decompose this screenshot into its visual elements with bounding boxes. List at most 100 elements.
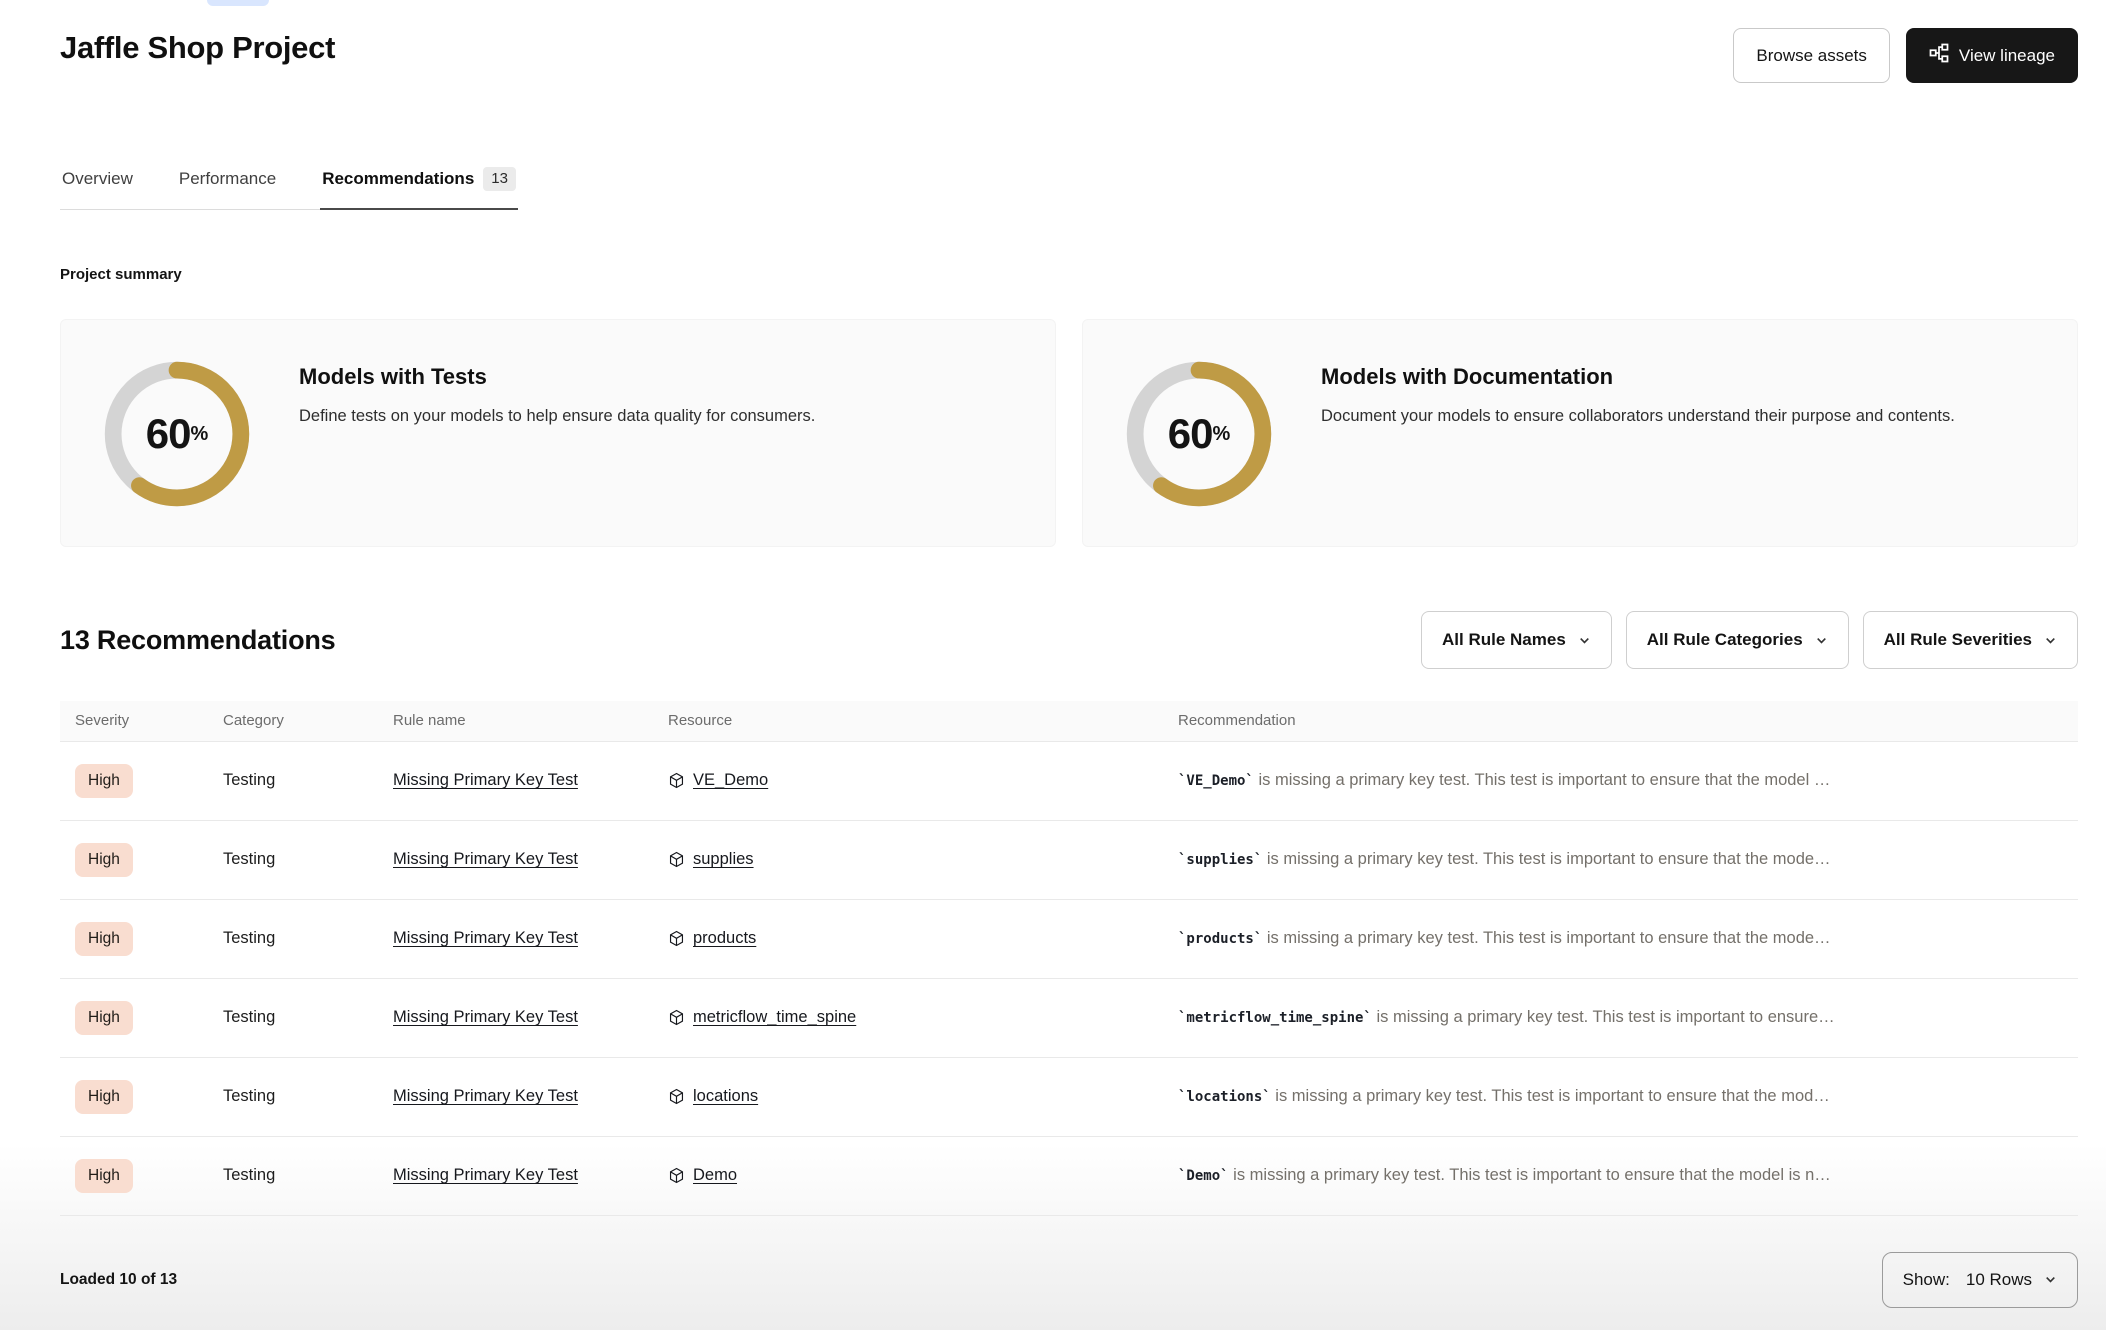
table-row: High Testing Missing Primary Key Test VE… [60, 741, 2078, 820]
rule-name-link[interactable]: Missing Primary Key Test [393, 1008, 578, 1026]
documentation-card-title: Models with Documentation [1321, 364, 1955, 390]
top-edge-artifact [207, 0, 269, 6]
resource-link[interactable]: products [693, 929, 756, 948]
rule-severities-filter-label: All Rule Severities [1884, 630, 2032, 650]
documentation-percent-value: 60 [1168, 410, 1213, 458]
recommendations-count-badge: 13 [483, 167, 516, 191]
recommendation-text: is missing a primary key test. This test… [1372, 1008, 1835, 1026]
recommendations-header: 13 Recommendations All Rule Names All Ru… [60, 611, 2078, 669]
tab-bar: Overview Performance Recommendations 13 [60, 167, 518, 210]
show-label: Show: [1903, 1270, 1950, 1290]
rows-per-page-select[interactable]: Show: 10 Rows [1882, 1252, 2078, 1308]
recommendation-text: is missing a primary key test. This test… [1262, 929, 1830, 947]
documentation-donut-chart: 60% [1123, 358, 1275, 510]
resource-link[interactable]: locations [693, 1087, 758, 1106]
resource-link[interactable]: metricflow_time_spine [693, 1008, 856, 1027]
category-cell: Testing [215, 820, 385, 899]
rule-categories-filter[interactable]: All Rule Categories [1626, 611, 1849, 669]
tests-card-description: Define tests on your models to help ensu… [299, 404, 815, 428]
table-row: High Testing Missing Primary Key Test pr… [60, 899, 2078, 978]
header-actions: Browse assets View lineage [1733, 28, 2078, 83]
category-cell: Testing [215, 1057, 385, 1136]
category-cell: Testing [215, 1136, 385, 1215]
view-lineage-label: View lineage [1959, 46, 2055, 66]
column-header-recommendation: Recommendation [1170, 701, 2078, 741]
tab-overview-label: Overview [62, 169, 133, 189]
tab-overview[interactable]: Overview [60, 167, 135, 210]
table-row: High Testing Missing Primary Key Test De… [60, 1136, 2078, 1215]
recommendation-text: is missing a primary key test. This test… [1262, 850, 1830, 868]
table-header-row: Severity Category Rule name Resource Rec… [60, 701, 2078, 741]
rule-name-link[interactable]: Missing Primary Key Test [393, 929, 578, 947]
model-cube-icon [668, 772, 685, 789]
tests-donut-chart: 60% [101, 358, 253, 510]
column-header-resource: Resource [660, 701, 1170, 741]
recommendations-table: Severity Category Rule name Resource Rec… [60, 701, 2078, 1216]
model-cube-icon [668, 1009, 685, 1026]
tab-performance[interactable]: Performance [177, 167, 278, 210]
severity-badge: High [75, 764, 133, 798]
model-cube-icon [668, 1167, 685, 1184]
rule-name-link[interactable]: Missing Primary Key Test [393, 1166, 578, 1184]
models-with-documentation-card: 60% Models with Documentation Document y… [1082, 319, 2078, 547]
severity-badge: High [75, 1080, 133, 1114]
rule-severities-filter[interactable]: All Rule Severities [1863, 611, 2078, 669]
rule-names-filter[interactable]: All Rule Names [1421, 611, 1612, 669]
recommendation-text: is missing a primary key test. This test… [1229, 1166, 1831, 1184]
rule-name-link[interactable]: Missing Primary Key Test [393, 771, 578, 789]
page-header: Jaffle Shop Project Browse assets View l… [60, 28, 2078, 83]
recommendations-heading: 13 Recommendations [60, 625, 335, 656]
severity-badge: High [75, 922, 133, 956]
table-row: High Testing Missing Primary Key Test me… [60, 978, 2078, 1057]
tests-percent-value: 60 [146, 410, 191, 458]
table-row: High Testing Missing Primary Key Test lo… [60, 1057, 2078, 1136]
models-with-tests-card: 60% Models with Tests Define tests on yo… [60, 319, 1056, 547]
category-cell: Testing [215, 741, 385, 820]
tab-recommendations-label: Recommendations [322, 169, 474, 189]
tests-card-title: Models with Tests [299, 364, 815, 390]
lineage-icon [1929, 43, 1949, 68]
severity-badge: High [75, 843, 133, 877]
model-cube-icon [668, 1088, 685, 1105]
tab-performance-label: Performance [179, 169, 276, 189]
column-header-severity: Severity [60, 701, 215, 741]
view-lineage-button[interactable]: View lineage [1906, 28, 2078, 83]
table-footer: Loaded 10 of 13 Show: 10 Rows [60, 1252, 2078, 1308]
recommendation-code: `locations` [1178, 1089, 1271, 1105]
rule-name-link[interactable]: Missing Primary Key Test [393, 1087, 578, 1105]
tests-percent-sign: % [190, 423, 208, 446]
browse-assets-button[interactable]: Browse assets [1733, 28, 1890, 83]
severity-badge: High [75, 1001, 133, 1035]
project-summary-label: Project summary [60, 266, 2078, 283]
severity-badge: High [75, 1159, 133, 1193]
tab-recommendations[interactable]: Recommendations 13 [320, 167, 518, 210]
rule-name-link[interactable]: Missing Primary Key Test [393, 850, 578, 868]
resource-link[interactable]: Demo [693, 1166, 737, 1185]
recommendation-code: `VE_Demo` [1178, 773, 1254, 789]
filter-bar: All Rule Names All Rule Categories All R… [1421, 611, 2078, 669]
category-cell: Testing [215, 899, 385, 978]
resource-link[interactable]: supplies [693, 850, 754, 869]
page-title: Jaffle Shop Project [60, 28, 335, 68]
column-header-rule-name: Rule name [385, 701, 660, 741]
model-cube-icon [668, 851, 685, 868]
project-page: Jaffle Shop Project Browse assets View l… [0, 0, 2106, 1308]
recommendation-text: is missing a primary key test. This test… [1254, 771, 1831, 789]
recommendation-text: is missing a primary key test. This test… [1271, 1087, 1830, 1105]
browse-assets-label: Browse assets [1756, 46, 1867, 66]
chevron-down-icon [2044, 634, 2057, 647]
table-row: High Testing Missing Primary Key Test su… [60, 820, 2078, 899]
chevron-down-icon [1815, 634, 1828, 647]
recommendation-code: `products` [1178, 931, 1262, 947]
documentation-percent-sign: % [1212, 423, 1230, 446]
recommendation-code: `metricflow_time_spine` [1178, 1010, 1372, 1026]
model-cube-icon [668, 930, 685, 947]
rows-per-page-value: 10 Rows [1966, 1270, 2032, 1290]
recommendation-code: `supplies` [1178, 852, 1262, 868]
rule-categories-filter-label: All Rule Categories [1647, 630, 1803, 650]
recommendation-code: `Demo` [1178, 1168, 1229, 1184]
chevron-down-icon [2044, 1273, 2057, 1286]
resource-link[interactable]: VE_Demo [693, 771, 768, 790]
chevron-down-icon [1578, 634, 1591, 647]
summary-cards: 60% Models with Tests Define tests on yo… [60, 319, 2078, 547]
